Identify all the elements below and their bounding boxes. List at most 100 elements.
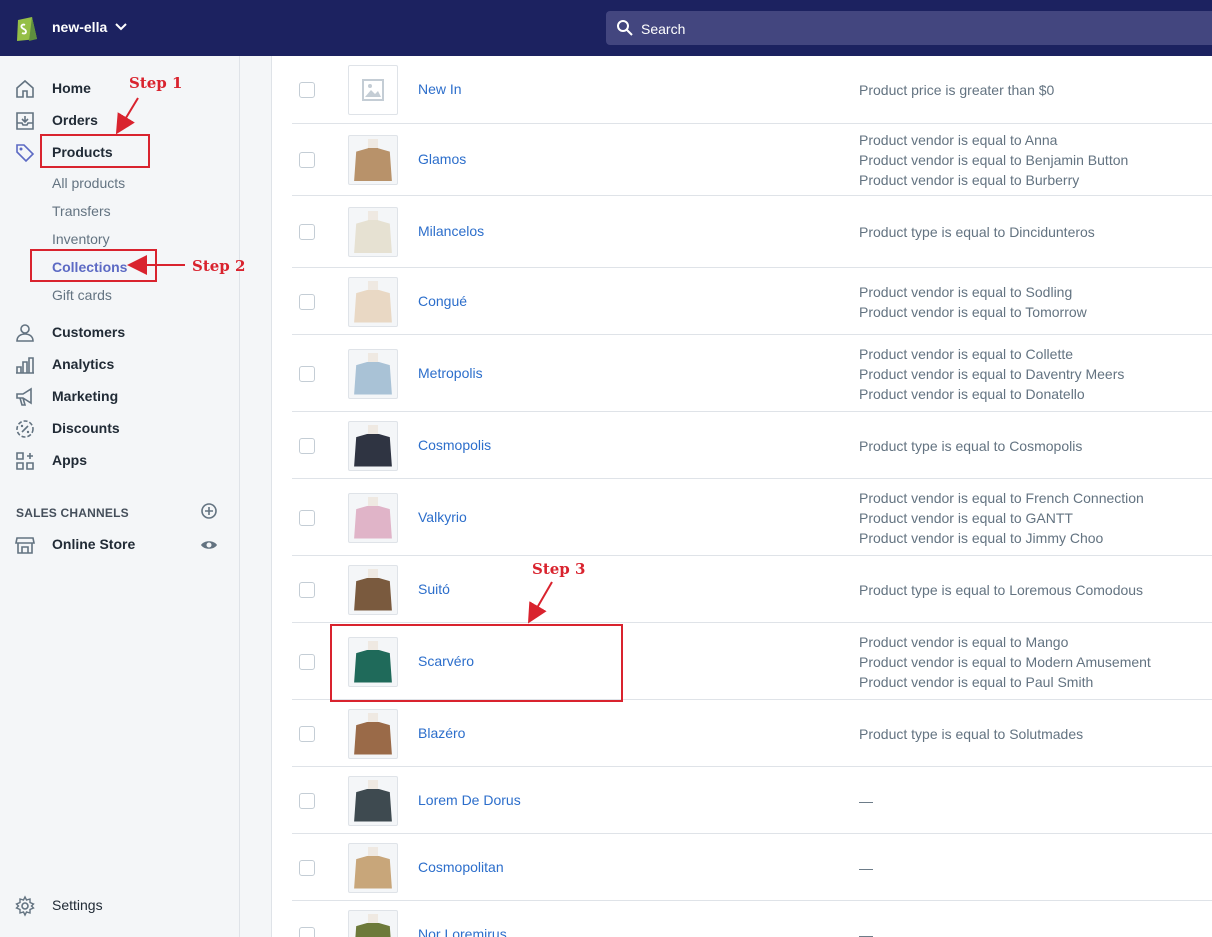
sidebar-item-home[interactable]: Home xyxy=(0,74,240,102)
collection-name-link[interactable]: Nor Loremirus xyxy=(418,926,507,937)
collection-row[interactable]: Lorem De Dorus — xyxy=(292,767,1212,834)
collection-row[interactable]: Cosmopolitan — xyxy=(292,834,1212,901)
collection-name-link[interactable]: Metropolis xyxy=(418,365,483,381)
row-checkbox[interactable] xyxy=(299,509,315,526)
row-checkbox[interactable] xyxy=(299,653,315,670)
row-checkbox[interactable] xyxy=(299,437,315,454)
sidebar-item-label: Orders xyxy=(52,112,98,128)
orders-icon xyxy=(16,112,34,130)
collection-name-link[interactable]: Valkyrio xyxy=(418,509,467,525)
product-photo xyxy=(354,424,392,467)
tag-icon xyxy=(16,144,35,163)
collection-conditions: — xyxy=(859,791,873,811)
collection-thumbnail xyxy=(348,276,398,327)
eye-icon[interactable] xyxy=(200,536,218,554)
row-checkbox[interactable] xyxy=(299,926,315,937)
sidebar-item-analytics[interactable]: Analytics xyxy=(0,350,240,378)
collection-row[interactable]: Glamos Product vendor is equal to Anna Pro… xyxy=(292,124,1212,196)
megaphone-icon xyxy=(16,387,32,406)
condition-text: — xyxy=(859,859,873,876)
collection-row[interactable]: Cosmopolis Product type is equal to Cosmo… xyxy=(292,412,1212,479)
store-name[interactable]: new-ella xyxy=(52,19,107,35)
product-photo xyxy=(354,568,392,611)
collection-conditions: Product vendor is equal to French Connec… xyxy=(859,488,1144,548)
row-checkbox[interactable] xyxy=(299,152,315,168)
collection-thumbnail xyxy=(348,564,398,615)
collection-row[interactable]: Metropolis Product vendor is equal to Col… xyxy=(292,335,1212,412)
collection-row[interactable]: Scarvéro Product vendor is equal to Mango… xyxy=(292,623,1212,700)
sidebar-item-customers[interactable]: Customers xyxy=(0,318,240,346)
add-channel-icon[interactable] xyxy=(200,502,218,520)
search-input[interactable]: Search xyxy=(606,11,1212,45)
condition-text: Product vendor is equal to Burberry xyxy=(859,172,1080,188)
product-photo xyxy=(354,779,392,822)
collection-row[interactable]: Valkyrio Product vendor is equal to Frenc… xyxy=(292,479,1212,556)
row-checkbox[interactable] xyxy=(299,859,315,876)
condition-text: Product vendor is equal to Modern Amusem… xyxy=(859,653,1151,670)
collection-name-link[interactable]: New In xyxy=(418,81,462,97)
product-photo xyxy=(354,352,392,395)
sidebar-subitem-transfers[interactable]: Transfers xyxy=(52,203,111,219)
search-icon xyxy=(617,20,633,36)
collection-name-link[interactable]: Lorem De Dorus xyxy=(418,792,521,808)
product-photo xyxy=(354,280,392,323)
row-checkbox[interactable] xyxy=(299,792,315,809)
collection-name-link[interactable]: Milancelos xyxy=(418,223,484,239)
row-checkbox[interactable] xyxy=(299,224,315,240)
collection-row[interactable]: Congué Product vendor is equal to Sodling… xyxy=(292,268,1212,335)
collection-row[interactable]: Blazéro Product type is equal to Solutmad… xyxy=(292,700,1212,767)
collection-thumbnail xyxy=(348,348,398,399)
home-icon xyxy=(16,79,34,98)
sidebar-item-label: Customers xyxy=(52,324,126,340)
condition-text: Product price is greater than $0 xyxy=(859,82,1055,98)
sidebar-item-label: Online Store xyxy=(52,536,136,552)
sidebar-subitem-all-products[interactable]: All products xyxy=(52,175,125,191)
product-photo xyxy=(354,496,392,539)
collection-thumbnail xyxy=(348,420,398,471)
sidebar-item-apps[interactable]: Apps xyxy=(0,446,240,474)
sidebar-item-label: Products xyxy=(52,144,113,160)
collection-conditions: Product type is equal to Loremous Comodo… xyxy=(859,580,1143,600)
sidebar-item-discounts[interactable]: Discounts xyxy=(0,414,240,442)
shopify-logo-icon[interactable] xyxy=(14,14,40,42)
sidebar-subitem-gift-cards[interactable]: Gift cards xyxy=(52,287,112,303)
collection-conditions: Product vendor is equal to Collette Produ… xyxy=(859,344,1124,404)
collection-conditions: Product type is equal to Solutmades xyxy=(859,724,1083,744)
sidebar-item-orders[interactable]: Orders xyxy=(0,106,240,134)
collection-row[interactable]: Suitó Product type is equal to Loremous C… xyxy=(292,556,1212,623)
row-checkbox[interactable] xyxy=(299,725,315,742)
sidebar-item-products[interactable]: Products xyxy=(0,138,240,166)
chevron-down-icon[interactable] xyxy=(114,20,128,34)
collection-conditions: Product price is greater than $0 xyxy=(859,80,1054,100)
product-photo xyxy=(354,139,392,181)
collection-row[interactable]: Milancelos Product type is equal to Dinci… xyxy=(292,196,1212,268)
product-photo xyxy=(354,640,392,683)
collection-name-link[interactable]: Glamos xyxy=(418,151,466,167)
sidebar-subitem-inventory[interactable]: Inventory xyxy=(52,231,110,247)
collection-name-link[interactable]: Cosmopolis xyxy=(418,437,491,453)
collection-name-link[interactable]: Blazéro xyxy=(418,725,465,741)
row-checkbox[interactable] xyxy=(299,581,315,598)
collections-table: New In Product price is greater than $0 Gl… xyxy=(272,56,1212,937)
collection-row[interactable]: Nor Loremirus — xyxy=(292,901,1212,937)
collection-thumbnail xyxy=(348,636,398,687)
image-placeholder-icon xyxy=(362,79,384,101)
discount-icon xyxy=(16,420,34,438)
collection-thumbnail xyxy=(348,492,398,543)
collection-name-link[interactable]: Congué xyxy=(418,293,467,309)
collection-name-link[interactable]: Cosmopolitan xyxy=(418,859,504,875)
collection-conditions: — xyxy=(859,925,873,937)
sidebar-subitem-collections[interactable]: Collections xyxy=(52,259,127,275)
collection-conditions: Product vendor is equal to Mango Product … xyxy=(859,632,1151,692)
row-checkbox[interactable] xyxy=(299,82,315,98)
row-checkbox[interactable] xyxy=(299,293,315,310)
row-checkbox[interactable] xyxy=(299,365,315,382)
sidebar-item-marketing[interactable]: Marketing xyxy=(0,382,240,410)
sidebar-item-settings[interactable]: Settings xyxy=(0,891,240,919)
condition-text: Product vendor is equal to Anna xyxy=(859,132,1058,148)
collection-name-link[interactable]: Suitó xyxy=(418,581,450,597)
collection-conditions: Product vendor is equal to Anna Product v… xyxy=(859,130,1128,190)
collection-name-link[interactable]: Scarvéro xyxy=(418,653,474,669)
condition-text: Product vendor is equal to GANTT xyxy=(859,509,1073,526)
collection-row[interactable]: New In Product price is greater than $0 xyxy=(292,56,1212,124)
